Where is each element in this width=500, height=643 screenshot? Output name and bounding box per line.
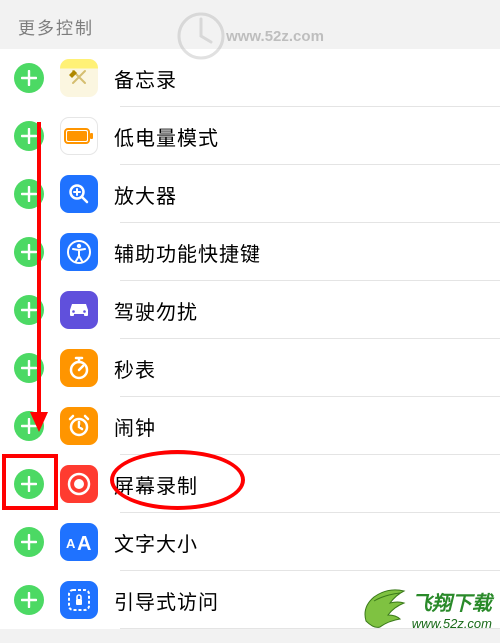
add-button[interactable] bbox=[14, 237, 44, 267]
control-row-driving-dnd: 驾驶勿扰 bbox=[0, 281, 500, 339]
control-label: 放大器 bbox=[114, 180, 177, 209]
notes-icon bbox=[60, 59, 98, 97]
control-label: 驾驶勿扰 bbox=[114, 296, 198, 325]
control-row-stopwatch: 秒表 bbox=[0, 339, 500, 397]
guided-access-icon bbox=[60, 581, 98, 619]
section-title: 更多控制 bbox=[18, 19, 94, 38]
add-button[interactable] bbox=[14, 63, 44, 93]
control-label: 引导式访问 bbox=[114, 586, 219, 615]
text-size-icon: AA bbox=[60, 523, 98, 561]
plus-icon bbox=[21, 418, 37, 434]
control-label: 低电量模式 bbox=[114, 122, 219, 151]
alarm-icon bbox=[60, 407, 98, 445]
car-icon bbox=[60, 291, 98, 329]
section-header: 更多控制 bbox=[0, 0, 500, 49]
plus-icon bbox=[21, 476, 37, 492]
add-button[interactable] bbox=[14, 121, 44, 151]
svg-text:A: A bbox=[77, 533, 91, 553]
add-button[interactable] bbox=[14, 469, 44, 499]
control-label: 闹钟 bbox=[114, 412, 156, 441]
plus-icon bbox=[21, 360, 37, 376]
control-label: 秒表 bbox=[114, 354, 156, 383]
accessibility-icon bbox=[60, 233, 98, 271]
plus-icon bbox=[21, 186, 37, 202]
plus-icon bbox=[21, 534, 37, 550]
control-row-magnifier: 放大器 bbox=[0, 165, 500, 223]
plus-icon bbox=[21, 592, 37, 608]
control-row-screen-record: 屏幕录制 bbox=[0, 455, 500, 513]
svg-text:A: A bbox=[66, 536, 76, 551]
add-button[interactable] bbox=[14, 179, 44, 209]
control-row-notes: 备忘录 bbox=[0, 49, 500, 107]
add-button[interactable] bbox=[14, 527, 44, 557]
control-row-guided-access: 引导式访问 bbox=[0, 571, 500, 629]
screen-record-icon bbox=[60, 465, 98, 503]
more-controls-list: 备忘录 低电量模式 放大器 辅助功能快捷键 bbox=[0, 49, 500, 629]
plus-icon bbox=[21, 302, 37, 318]
add-button[interactable] bbox=[14, 585, 44, 615]
add-button[interactable] bbox=[14, 353, 44, 383]
plus-icon bbox=[21, 70, 37, 86]
control-label: 屏幕录制 bbox=[114, 470, 198, 499]
plus-icon bbox=[21, 244, 37, 260]
stopwatch-icon bbox=[60, 349, 98, 387]
control-row-text-size: AA 文字大小 bbox=[0, 513, 500, 571]
control-row-accessibility: 辅助功能快捷键 bbox=[0, 223, 500, 281]
magnifier-icon bbox=[60, 175, 98, 213]
control-row-low-power: 低电量模式 bbox=[0, 107, 500, 165]
add-button[interactable] bbox=[14, 295, 44, 325]
control-label: 文字大小 bbox=[114, 528, 198, 557]
control-row-alarm: 闹钟 bbox=[0, 397, 500, 455]
low-power-icon bbox=[60, 117, 98, 155]
control-label: 辅助功能快捷键 bbox=[114, 238, 261, 267]
plus-icon bbox=[21, 128, 37, 144]
control-label: 备忘录 bbox=[114, 64, 177, 93]
add-button[interactable] bbox=[14, 411, 44, 441]
